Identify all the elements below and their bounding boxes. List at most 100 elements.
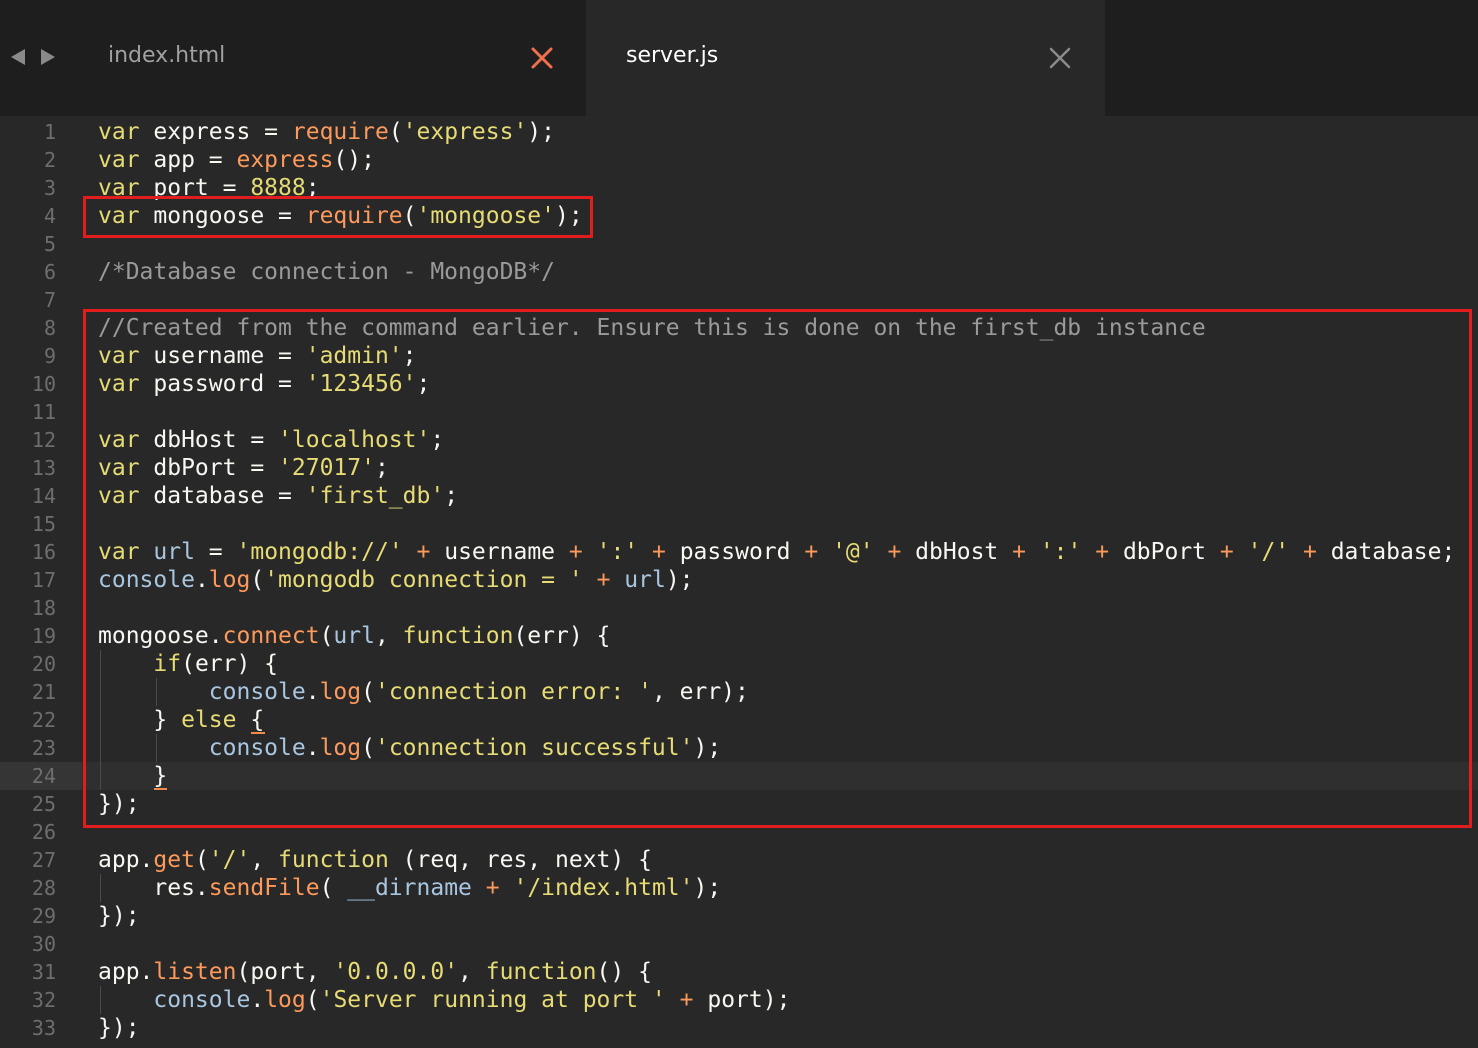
line-number: 15 bbox=[31, 512, 56, 536]
code-text: app.get('/', function (req, res, next) { bbox=[98, 847, 652, 873]
code-line[interactable]: 30 bbox=[0, 930, 1478, 958]
line-number: 29 bbox=[31, 904, 56, 928]
line-number: 28 bbox=[31, 876, 56, 900]
tab-server-js[interactable]: server.js bbox=[586, 0, 1105, 116]
line-number: 30 bbox=[31, 932, 56, 956]
line-number: 21 bbox=[31, 680, 56, 704]
code-text: }); bbox=[98, 1015, 140, 1041]
code-line[interactable]: 27 app.get('/', function (req, res, next)… bbox=[0, 846, 1478, 874]
indent-guide bbox=[100, 874, 101, 902]
line-number: 27 bbox=[31, 848, 56, 872]
code-text: console.log('mongodb connection = ' + ur… bbox=[98, 567, 694, 593]
tab-index-html[interactable]: index.html bbox=[80, 0, 585, 116]
code-text: var url = 'mongodb://' + username + ':' … bbox=[98, 539, 1456, 565]
code-line[interactable]: 31 app.listen(port, '0.0.0.0', function()… bbox=[0, 958, 1478, 986]
code-line[interactable]: 17 console.log('mongodb connection = ' + … bbox=[0, 566, 1478, 594]
line-number: 24 bbox=[31, 764, 56, 788]
code-text: } bbox=[98, 763, 168, 789]
indent-guide bbox=[100, 986, 101, 1014]
code-text: console.log('connection successful'); bbox=[208, 735, 722, 761]
code-line[interactable]: 22 } else { bbox=[0, 706, 1478, 734]
indent-guide bbox=[155, 678, 157, 706]
code-text: var username = 'admin'; bbox=[98, 343, 417, 369]
code-line[interactable]: 7 bbox=[0, 286, 1478, 314]
line-number: 19 bbox=[31, 624, 56, 648]
code-line[interactable]: 5 bbox=[0, 230, 1478, 258]
line-number: 2 bbox=[43, 148, 56, 172]
line-number: 1 bbox=[43, 120, 56, 144]
code-line[interactable]: 2 var app = express(); bbox=[0, 146, 1478, 174]
line-number: 31 bbox=[31, 960, 56, 984]
tab-label: index.html bbox=[108, 43, 226, 68]
code-line[interactable]: 18 bbox=[0, 594, 1478, 622]
code-text: var express = require('express'); bbox=[98, 119, 555, 145]
code-line[interactable]: 33}); bbox=[0, 1014, 1478, 1042]
code-text: console.log('Server running at port ' + … bbox=[153, 987, 791, 1013]
bracket-match-marker bbox=[250, 732, 265, 734]
code-line[interactable]: 4 var mongoose = require('mongoose'); bbox=[0, 202, 1478, 230]
code-line[interactable]: 32 console.log('Server running at port '… bbox=[0, 986, 1478, 1014]
code-text: console.log('connection error: ', err); bbox=[208, 679, 749, 705]
close-icon[interactable] bbox=[1047, 45, 1073, 71]
code-line[interactable]: 19 mongoose.connect(url, function(err) { bbox=[0, 622, 1478, 650]
code-line[interactable]: 9 var username = 'admin'; bbox=[0, 342, 1478, 370]
code-line[interactable]: 13 var dbPort = '27017'; bbox=[0, 454, 1478, 482]
line-number: 7 bbox=[43, 288, 56, 312]
code-line[interactable]: 20 if(err) { bbox=[0, 650, 1478, 678]
code-editor[interactable]: 1 var express = require('express'); 2 var a… bbox=[0, 116, 1478, 1048]
code-line[interactable]: 28 res.sendFile( __dirname + '/index.htm… bbox=[0, 874, 1478, 902]
code-line[interactable]: 26 bbox=[0, 818, 1478, 846]
line-number: 17 bbox=[31, 568, 56, 592]
code-text: /*Database connection - MongoDB*/ bbox=[98, 259, 555, 285]
triangle-left-icon[interactable] bbox=[8, 44, 28, 70]
code-text: res.sendFile( __dirname + '/index.html')… bbox=[98, 875, 722, 901]
line-number: 11 bbox=[31, 400, 56, 424]
indent-guide bbox=[155, 734, 157, 762]
line-number: 26 bbox=[31, 820, 56, 844]
code-text: mongoose.connect(url, function(err) { bbox=[98, 623, 611, 649]
code-line[interactable]: 24 } bbox=[0, 762, 1478, 790]
line-number: 12 bbox=[31, 428, 56, 452]
code-text: var password = '123456'; bbox=[98, 371, 431, 397]
line-number: 23 bbox=[31, 736, 56, 760]
line-number: 20 bbox=[31, 652, 56, 676]
code-text: var database = 'first_db'; bbox=[98, 483, 459, 509]
code-line[interactable]: 21 console.log('connection error: ', err… bbox=[0, 678, 1478, 706]
code-line[interactable]: 6 /*Database connection - MongoDB*/ bbox=[0, 258, 1478, 286]
code-line[interactable]: 25}); bbox=[0, 790, 1478, 818]
line-number: 6 bbox=[43, 260, 56, 284]
code-text: var dbHost = 'localhost'; bbox=[98, 427, 445, 453]
line-number: 14 bbox=[31, 484, 56, 508]
code-line[interactable]: 8 //Created from the command earlier. Ens… bbox=[0, 314, 1478, 342]
code-line[interactable]: 16 var url = 'mongodb://' + username + ':… bbox=[0, 538, 1478, 566]
line-number: 8 bbox=[43, 316, 56, 340]
code-line[interactable]: 15 bbox=[0, 510, 1478, 538]
line-number: 10 bbox=[31, 372, 56, 396]
line-number: 5 bbox=[43, 232, 56, 256]
line-number: 13 bbox=[31, 456, 56, 480]
indent-guide bbox=[100, 650, 101, 790]
line-number: 33 bbox=[31, 1016, 56, 1040]
code-text: var app = express(); bbox=[98, 147, 375, 173]
line-number: 3 bbox=[43, 176, 56, 200]
close-icon[interactable] bbox=[529, 45, 555, 71]
line-number: 32 bbox=[31, 988, 56, 1012]
code-text: }); bbox=[98, 903, 140, 929]
code-text: var dbPort = '27017'; bbox=[98, 455, 389, 481]
code-line[interactable]: 3 var port = 8888; bbox=[0, 174, 1478, 202]
code-text: //Created from the command earlier. Ensu… bbox=[98, 315, 1206, 341]
tab-label: server.js bbox=[626, 43, 719, 68]
code-text: var mongoose = require('mongoose'); bbox=[98, 203, 583, 229]
code-text: app.listen(port, '0.0.0.0', function() { bbox=[98, 959, 652, 985]
code-line[interactable]: 14 var database = 'first_db'; bbox=[0, 482, 1478, 510]
code-line[interactable]: 23 console.log('connection successful'); bbox=[0, 734, 1478, 762]
code-line[interactable]: 1 var express = require('express'); bbox=[0, 118, 1478, 146]
code-line[interactable]: 10 var password = '123456'; bbox=[0, 370, 1478, 398]
code-text: }); bbox=[98, 791, 140, 817]
code-line[interactable]: 12 var dbHost = 'localhost'; bbox=[0, 426, 1478, 454]
code-line[interactable]: 29}); bbox=[0, 902, 1478, 930]
code-line[interactable]: 11 bbox=[0, 398, 1478, 426]
tab-bar: index.html server.js bbox=[0, 0, 1478, 116]
line-number: 25 bbox=[31, 792, 56, 816]
triangle-right-icon[interactable] bbox=[38, 44, 58, 70]
